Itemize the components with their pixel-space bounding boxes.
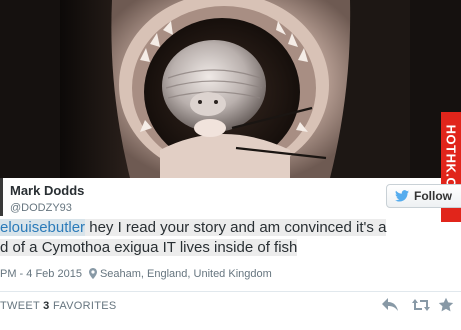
author-username[interactable]: @DODZY93: [10, 202, 72, 214]
tweet-mention[interactable]: elouisebutler: [0, 219, 86, 236]
favorites-label[interactable]: FAVORITES: [53, 300, 117, 312]
tweet-text-line-1: elouisebutler hey I read your story and …: [0, 218, 387, 237]
tweet-text-part: d of a Cymothoa exigua IT lives inside o…: [0, 239, 298, 256]
tweet-text-line-2: d of a Cymothoa exigua IT lives inside o…: [0, 238, 298, 257]
divider: [0, 291, 461, 292]
favorites-count[interactable]: 3: [43, 300, 49, 312]
avatar[interactable]: [0, 178, 3, 216]
tweet-timestamp[interactable]: PM - 4 Feb 2015: [0, 268, 82, 280]
tweet-stats: TWEET 3 FAVORITES: [0, 300, 117, 312]
follow-button-label: Follow: [414, 189, 452, 203]
tweet-meta: PM - 4 Feb 2015 Seaham, England, United K…: [0, 263, 461, 285]
tweet-text-part: hey I read your story and am convinced i…: [85, 219, 387, 236]
star-icon[interactable]: [438, 297, 454, 318]
author-display-name[interactable]: Mark Dodds: [10, 183, 84, 198]
retweet-icon[interactable]: [411, 297, 431, 318]
fish-mouth-image: [0, 0, 461, 178]
retweet-stat-label[interactable]: TWEET: [0, 300, 40, 312]
location-pin-icon: [88, 265, 97, 287]
twitter-bird-icon: [395, 190, 409, 202]
follow-button[interactable]: Follow: [386, 184, 461, 208]
reply-icon[interactable]: [381, 297, 399, 318]
tweet-card: HOTHK.COM Mark Dodds @DODZY93 Follow elo…: [0, 0, 461, 330]
tweet-photo[interactable]: [0, 0, 461, 178]
tweet-location[interactable]: Seaham, England, United Kingdom: [100, 268, 272, 280]
